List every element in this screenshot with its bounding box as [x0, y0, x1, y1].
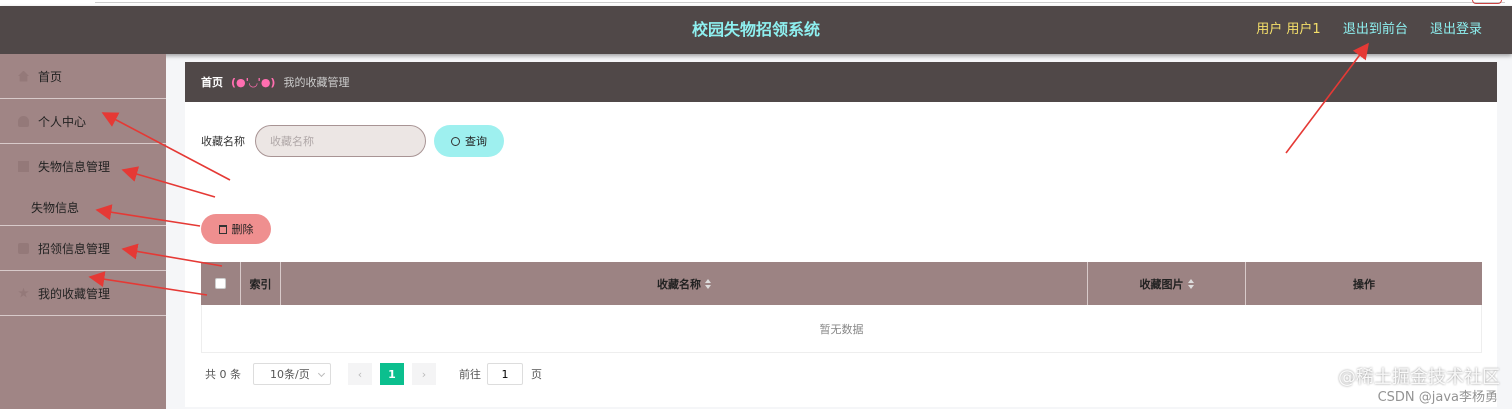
main-content: 首页 (●'◡'●) 我的收藏管理 收藏名称 查询 删除 索引 收藏名称 — [185, 62, 1497, 409]
sidebar-item-profile[interactable]: 个人中心 — [0, 99, 166, 144]
address-bar-edge — [95, 0, 1505, 3]
search-label: 收藏名称 — [201, 135, 245, 148]
front-link[interactable]: 退出到前台 — [1343, 22, 1408, 37]
column-header-label: 收藏名称 — [657, 277, 701, 291]
data-table: 索引 收藏名称 收藏图片 操作 暂无数据 — [201, 262, 1482, 353]
column-header-label: 收藏图片 — [1139, 277, 1184, 291]
goto-suffix: 页 — [531, 368, 542, 381]
column-header-picture[interactable]: 收藏图片 — [1088, 262, 1246, 305]
trash-icon — [218, 224, 227, 234]
delete-button-label: 删除 — [231, 224, 254, 236]
page-size-select[interactable]: 10条/页 — [253, 363, 331, 385]
search-icon — [451, 136, 460, 146]
sidebar-item-label: 招领信息管理 — [38, 241, 111, 256]
current-user: 用户 用户1 — [1256, 22, 1321, 37]
sidebar-item-label: 我的收藏管理 — [38, 286, 111, 301]
sort-icon[interactable] — [1187, 278, 1194, 289]
gift-icon — [18, 242, 29, 254]
sidebar-item-label: 首页 — [38, 69, 63, 84]
breadcrumb-home[interactable]: 首页 — [201, 74, 223, 90]
search-input[interactable] — [255, 125, 426, 157]
query-button[interactable]: 查询 — [434, 125, 504, 157]
query-button-label: 查询 — [465, 136, 487, 148]
sidebar-item-label: 失物信息管理 — [38, 160, 111, 174]
table-empty-row: 暂无数据 — [201, 305, 1482, 353]
watermark-csdn: CSDN @java李杨勇 — [1377, 390, 1498, 405]
top-header: 校园失物招领系统 用户 用户1 退出到前台 退出登录 — [0, 6, 1512, 54]
column-header-name[interactable]: 收藏名称 — [281, 262, 1088, 305]
prev-page-button[interactable]: ‹ — [348, 363, 372, 385]
delete-button[interactable]: 删除 — [201, 214, 271, 244]
goto-label: 前往 — [459, 368, 481, 381]
content-panel: 收藏名称 查询 删除 索引 收藏名称 收藏图片 — [185, 102, 1497, 407]
sidebar: 首页 个人中心 失物信息管理 失物信息 招领信息管理 我的收藏管理 — [0, 54, 166, 409]
column-header-index: 索引 — [241, 262, 281, 305]
breadcrumb-separator: (●'◡'●) — [231, 75, 276, 89]
user-icon — [18, 115, 29, 127]
sidebar-item-lost-manage[interactable]: 失物信息管理 — [0, 144, 166, 189]
pagination-total: 共 0 条 — [205, 368, 241, 381]
select-all-checkbox[interactable] — [215, 278, 226, 289]
sidebar-subitem-lost-info[interactable]: 失物信息 — [0, 189, 166, 226]
page-number-current[interactable]: 1 — [380, 363, 404, 385]
column-header-actions: 操作 — [1353, 277, 1375, 291]
sidebar-item-found-manage[interactable]: 招领信息管理 — [0, 226, 166, 271]
pagination: 共 0 条 10条/页 ‹ 1 › 前往 页 — [205, 363, 542, 385]
breadcrumb: 首页 (●'◡'●) 我的收藏管理 — [185, 62, 1497, 102]
goto-page-input[interactable] — [487, 363, 523, 385]
next-page-button[interactable]: › — [412, 363, 436, 385]
logout-link[interactable]: 退出登录 — [1430, 22, 1482, 37]
breadcrumb-current: 我的收藏管理 — [283, 76, 350, 89]
home-icon — [18, 70, 29, 82]
header-right: 用户 用户1 退出到前台 退出登录 — [1238, 6, 1482, 54]
select-all-cell — [201, 262, 241, 305]
sort-icon[interactable] — [705, 278, 711, 289]
sidebar-item-favorites[interactable]: 我的收藏管理 — [0, 271, 166, 316]
table-header: 索引 收藏名称 收藏图片 操作 — [201, 262, 1482, 305]
sidebar-item-label: 个人中心 — [38, 114, 87, 129]
sidebar-item-label: 失物信息 — [31, 200, 80, 215]
document-icon — [18, 161, 29, 172]
window-control-edge — [1472, 0, 1502, 4]
sidebar-item-home[interactable]: 首页 — [0, 54, 166, 99]
search-bar: 收藏名称 查询 — [201, 125, 504, 157]
star-icon — [18, 287, 29, 298]
